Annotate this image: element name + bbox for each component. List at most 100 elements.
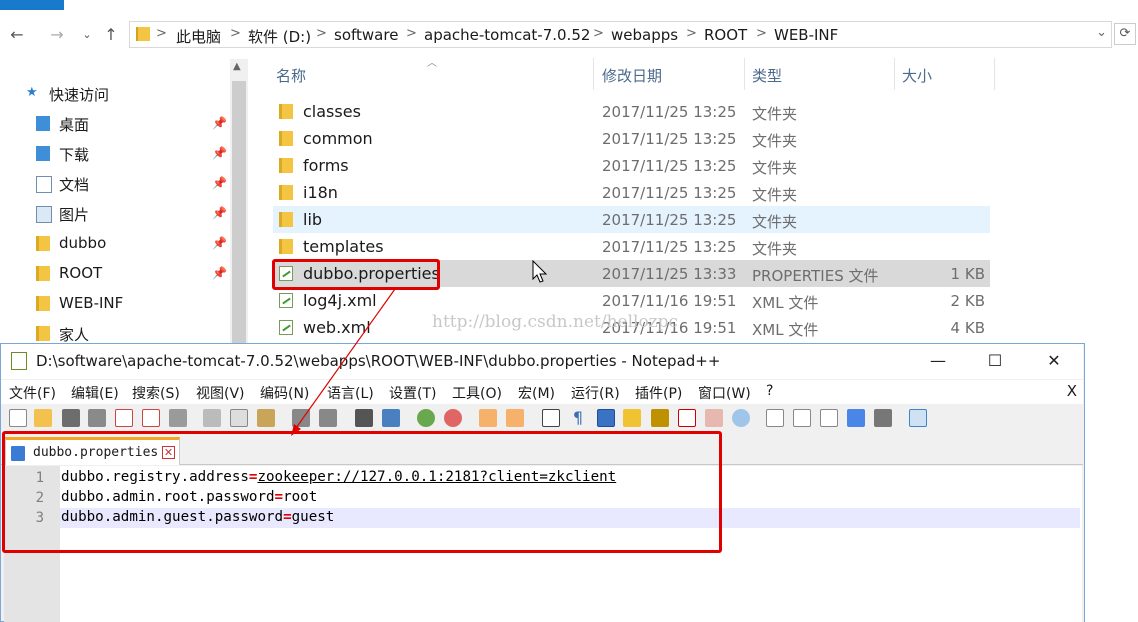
address-dropdown-chevron-icon[interactable]: ⌄ xyxy=(1096,25,1107,40)
save-macro-icon[interactable] xyxy=(874,409,892,427)
file-row-classes[interactable]: classes 2017/11/25 13:25 文件夹 xyxy=(273,98,990,125)
indent-guide-icon[interactable] xyxy=(597,409,615,427)
run-macro-multiple-icon[interactable] xyxy=(847,409,865,427)
record-macro-icon[interactable] xyxy=(766,409,784,427)
folder-as-workspace-icon[interactable] xyxy=(705,409,723,427)
pin-icon[interactable]: 📌 xyxy=(212,116,227,130)
find-icon[interactable] xyxy=(355,409,373,427)
function-list-icon[interactable] xyxy=(678,409,696,427)
word-wrap-icon[interactable] xyxy=(542,409,560,427)
play-macro-icon[interactable] xyxy=(820,409,838,427)
menu-tools[interactable]: 工具(O) xyxy=(452,383,502,403)
menu-plugins[interactable]: 插件(P) xyxy=(635,383,682,403)
pin-icon[interactable]: 📌 xyxy=(212,236,227,250)
menu-run[interactable]: 运行(R) xyxy=(571,383,620,403)
show-all-chars-icon[interactable]: ¶ xyxy=(569,409,587,427)
recent-chevron-down-icon[interactable]: ⌄ xyxy=(76,24,98,46)
nav-item-label: 家人 xyxy=(59,326,90,344)
sync-horizontal-icon[interactable] xyxy=(506,409,524,427)
cut-icon[interactable] xyxy=(203,409,221,427)
up-arrow-icon[interactable]: ↑ xyxy=(100,24,122,46)
breadcrumb-software[interactable]: software xyxy=(334,26,398,44)
sync-vertical-icon[interactable] xyxy=(479,409,497,427)
menu-search[interactable]: 搜索(S) xyxy=(132,383,180,403)
close-all-icon[interactable] xyxy=(142,409,160,427)
stop-macro-icon[interactable] xyxy=(793,409,811,427)
print-icon[interactable] xyxy=(169,409,187,427)
file-row-log4j-xml[interactable]: log4j.xml 2017/11/16 19:51 XML 文件 2 KB xyxy=(273,287,990,314)
file-date: 2017/11/25 13:25 xyxy=(602,211,737,229)
ribbon-tab-file[interactable] xyxy=(0,0,64,10)
user-lang-icon[interactable] xyxy=(623,409,641,427)
file-row-common[interactable]: common 2017/11/25 13:25 文件夹 xyxy=(273,125,990,152)
column-divider[interactable] xyxy=(894,58,895,90)
close-file-icon[interactable] xyxy=(115,409,133,427)
monitoring-icon[interactable] xyxy=(732,409,750,427)
zoom-out-icon[interactable] xyxy=(444,409,462,427)
column-header-size[interactable]: 大小 xyxy=(902,65,932,86)
menu-settings[interactable]: 设置(T) xyxy=(389,383,436,403)
menu-macro[interactable]: 宏(M) xyxy=(518,383,555,403)
quick-access-label[interactable]: 快速访问 xyxy=(49,84,109,105)
breadcrumb-this-pc[interactable]: 此电脑 xyxy=(176,26,221,47)
save-all-icon[interactable] xyxy=(88,409,106,427)
column-divider[interactable] xyxy=(994,58,995,90)
menu-view[interactable]: 视图(V) xyxy=(196,383,245,403)
breadcrumb-root[interactable]: ROOT xyxy=(704,26,747,44)
redo-icon[interactable] xyxy=(319,409,337,427)
column-header-date[interactable]: 修改日期 xyxy=(602,65,662,86)
zoom-in-icon[interactable] xyxy=(417,409,435,427)
scroll-up-arrow-icon[interactable]: ▲ xyxy=(233,61,241,72)
undo-icon[interactable] xyxy=(292,409,310,427)
pin-icon[interactable]: 📌 xyxy=(212,266,227,280)
file-type: 文件夹 xyxy=(752,159,798,177)
column-divider[interactable] xyxy=(744,58,745,90)
post-it-icon[interactable] xyxy=(909,409,927,427)
refresh-icon[interactable]: ⟳ xyxy=(1114,23,1136,45)
address-bar[interactable]: > 此电脑 > 软件 (D:) > software > apache-tomc… xyxy=(129,21,1112,48)
file-date: 2017/11/25 13:33 xyxy=(602,265,737,283)
file-row-forms[interactable]: forms 2017/11/25 13:25 文件夹 xyxy=(273,152,990,179)
column-header-type[interactable]: 类型 xyxy=(752,65,782,86)
copy-icon[interactable] xyxy=(230,409,248,427)
file-name: common xyxy=(303,129,373,148)
menu-language[interactable]: 语言(L) xyxy=(327,383,374,403)
forward-arrow-icon[interactable]: → xyxy=(46,24,68,46)
open-file-icon[interactable] xyxy=(34,409,52,427)
new-file-icon[interactable] xyxy=(9,409,27,427)
replace-icon[interactable] xyxy=(382,409,400,427)
pin-icon[interactable]: 📌 xyxy=(212,176,227,190)
menu-file[interactable]: 文件(F) xyxy=(9,383,56,403)
nav-scrollbar[interactable]: ▲ xyxy=(230,59,248,351)
editor-scrollbar[interactable] xyxy=(1082,466,1084,622)
folder-icon xyxy=(279,239,293,254)
file-type: PROPERTIES 文件 xyxy=(752,267,879,285)
breadcrumb-tomcat[interactable]: apache-tomcat-7.0.52 xyxy=(424,26,590,44)
breadcrumb-web-inf[interactable]: WEB-INF xyxy=(774,26,838,44)
pin-icon[interactable]: 📌 xyxy=(212,146,227,160)
notepadpp-title-bar[interactable]: D:\software\apache-tomcat-7.0.52\webapps… xyxy=(1,344,1083,379)
save-icon[interactable] xyxy=(62,409,80,427)
minimize-icon[interactable]: — xyxy=(915,347,961,375)
back-arrow-icon[interactable]: ← xyxy=(6,24,28,46)
scrollbar-thumb[interactable] xyxy=(232,81,246,351)
column-divider[interactable] xyxy=(593,58,594,90)
paste-icon[interactable] xyxy=(257,409,275,427)
column-header-name[interactable]: 名称 xyxy=(276,65,306,86)
file-row-templates[interactable]: templates 2017/11/25 13:25 文件夹 xyxy=(273,233,990,260)
menu-help[interactable]: ? xyxy=(766,383,773,399)
close-icon[interactable]: ✕ xyxy=(1031,347,1077,375)
menu-encoding[interactable]: 编码(N) xyxy=(260,383,309,403)
menu-edit[interactable]: 编辑(E) xyxy=(71,383,119,403)
notepadpp-app-icon xyxy=(11,352,27,370)
menu-window[interactable]: 窗口(W) xyxy=(698,383,751,403)
menu-close-doc-icon[interactable]: X xyxy=(1067,382,1077,400)
breadcrumb-drive-d[interactable]: 软件 (D:) xyxy=(248,26,311,47)
file-row-i18n[interactable]: i18n 2017/11/25 13:25 文件夹 xyxy=(273,179,990,206)
doc-map-icon[interactable] xyxy=(651,409,669,427)
maximize-icon[interactable]: ☐ xyxy=(972,347,1018,375)
pin-icon[interactable]: 📌 xyxy=(212,206,227,220)
picture-icon xyxy=(36,206,52,223)
breadcrumb-webapps[interactable]: webapps xyxy=(611,26,678,44)
file-row-lib[interactable]: lib 2017/11/25 13:25 文件夹 xyxy=(273,206,990,233)
